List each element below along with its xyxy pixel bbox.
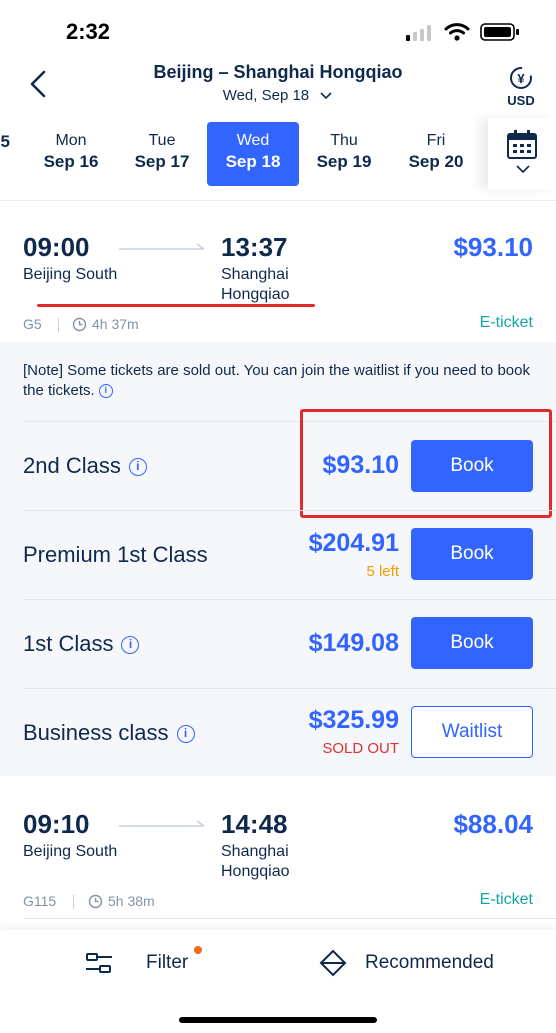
train-card[interactable]: 09:00 Beijing South 13:37 Shanghai Hongq… — [0, 202, 556, 342]
arrive-station: Shanghai — [221, 266, 289, 283]
home-indicator — [179, 1017, 377, 1023]
date-tab-weekday: Thu — [330, 132, 358, 149]
seat-price: $149.08 — [308, 629, 399, 657]
seat-class-name: 2nd Class — [23, 453, 121, 478]
sort-icon — [319, 949, 347, 977]
annotation-highlight-box — [300, 409, 552, 518]
date-tab[interactable]: Thu Sep 19 — [298, 122, 390, 186]
date-tab-date: Sep 18 — [225, 152, 281, 171]
date-tab[interactable]: Fri Sep 20 — [390, 122, 482, 186]
seat-row-1st-class: 1st Class i $149.08 Book — [0, 600, 556, 688]
back-button[interactable] — [24, 68, 54, 100]
arrive-station: Shanghai — [221, 843, 289, 860]
svg-text:¥: ¥ — [517, 71, 525, 86]
date-tab-date: 5 — [0, 132, 10, 151]
date-tab-selected[interactable]: Wed Sep 18 — [207, 122, 299, 186]
date-tab-date: Sep 19 — [316, 152, 372, 171]
train-card[interactable]: 09:10 Beijing South 14:48 Shanghai Hongq… — [0, 777, 556, 917]
seat-class-name-wrap: 1st Class i — [23, 631, 140, 657]
battery-icon — [480, 23, 519, 41]
wifi-icon — [444, 23, 470, 41]
train-duration: 4h 37m — [92, 316, 139, 332]
ticket-type: E-ticket — [479, 314, 533, 331]
divider — [73, 895, 74, 909]
seat-class-name: Business class — [23, 720, 169, 745]
divider — [58, 318, 59, 332]
date-tab[interactable]: Tue Sep 17 — [116, 122, 208, 186]
currency-exchange-icon: ¥ — [510, 67, 532, 89]
seat-price: $204.91 — [308, 529, 399, 557]
arrow-right-icon — [119, 243, 205, 250]
annotation-underline — [37, 304, 315, 307]
chevron-down-icon — [516, 165, 530, 174]
chevron-left-icon — [30, 70, 46, 98]
train-number: G5 — [23, 316, 42, 332]
clock-icon — [88, 894, 103, 909]
date-tab-date: Sep 16 — [43, 152, 99, 171]
date-tab[interactable]: Mon Sep 16 — [25, 122, 117, 186]
seat-price: $325.99 — [308, 706, 399, 734]
page-title: Beijing – Shanghai Hongqiao — [153, 62, 403, 82]
date-tab-weekday: Mon — [55, 132, 87, 149]
divider — [0, 200, 556, 201]
depart-time: 09:10 — [23, 809, 90, 839]
arrow-right-icon — [119, 820, 205, 827]
book-button[interactable]: Book — [411, 528, 533, 580]
divider — [23, 918, 556, 919]
seat-class-name: 1st Class — [23, 631, 114, 656]
date-tab-date: Sep 20 — [408, 152, 464, 171]
ticket-type: E-ticket — [479, 891, 533, 908]
sort-label: Recommended — [365, 952, 494, 973]
info-icon[interactable]: i — [128, 458, 147, 477]
date-tabs: 5 Mon Sep 16 Tue Sep 17 Wed Sep 18 Thu S… — [0, 118, 556, 198]
seats-left-badge: 5 left — [366, 563, 399, 580]
chevron-down-icon — [320, 92, 332, 100]
book-button[interactable]: Book — [411, 617, 533, 669]
train-duration: 5h 38m — [108, 893, 155, 909]
info-icon[interactable]: i — [176, 725, 195, 744]
arrive-time: 14:48 — [221, 809, 288, 839]
sold-out-badge: SOLD OUT — [322, 740, 399, 757]
date-tab[interactable]: 5 — [0, 122, 10, 186]
seat-class-name: Premium 1st Class — [23, 542, 208, 567]
depart-time: 09:00 — [23, 232, 90, 262]
app-screen: { "status_bar": {"time": "2:32"}, "heade… — [0, 0, 556, 1033]
depart-station: Beijing South — [23, 266, 118, 283]
train-number: G115 — [23, 893, 57, 909]
date-tab-weekday: Tue — [148, 132, 176, 149]
date-tab-date: Sep 17 — [134, 152, 190, 171]
calendar-button[interactable] — [488, 118, 556, 190]
waitlist-note: [Note] Some tickets are sold out. You ca… — [23, 361, 533, 401]
date-tab-weekday: Fri — [426, 132, 446, 149]
info-icon[interactable]: i — [121, 636, 140, 655]
filter-button[interactable]: Filter — [84, 946, 214, 980]
cellular-signal-icon — [406, 25, 431, 41]
date-selector[interactable]: Wed, Sep 18 — [90, 87, 466, 104]
calendar-icon — [507, 130, 537, 159]
date-tab-weekday: Wed — [236, 132, 270, 149]
arrive-station: Hongqiao — [221, 863, 290, 880]
sort-button[interactable]: Recommended — [318, 946, 518, 980]
arrive-station: Hongqiao — [221, 286, 290, 303]
clock-icon — [72, 317, 87, 332]
filter-icon — [86, 953, 112, 973]
arrive-time: 13:37 — [221, 232, 288, 262]
status-time: 2:32 — [66, 19, 111, 44]
seat-row-business-class: Business class i $325.99 SOLD OUT Waitlis… — [0, 689, 556, 777]
status-bar: 2:32 — [0, 0, 556, 58]
filter-active-dot — [194, 946, 202, 954]
depart-station: Beijing South — [23, 843, 118, 860]
train-price: $93.10 — [453, 232, 533, 262]
seat-row-premium-1st-class: Premium 1st Class $204.91 5 left Book — [0, 511, 556, 599]
currency-button[interactable]: ¥ USD — [496, 64, 546, 110]
selected-date: Wed, Sep 18 — [222, 87, 310, 104]
info-icon[interactable]: i — [98, 384, 113, 399]
train-price: $88.04 — [453, 809, 533, 839]
waitlist-button[interactable]: Waitlist — [411, 706, 533, 758]
seat-class-name-wrap: 2nd Class i — [23, 453, 147, 479]
filter-label: Filter — [146, 952, 189, 973]
currency-label: USD — [507, 93, 535, 108]
seat-class-name-wrap: Business class i — [23, 720, 195, 746]
